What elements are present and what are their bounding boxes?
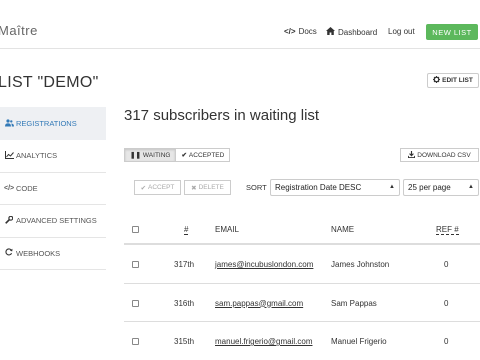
subscribers-heading: 317 subscribers in waiting list (124, 107, 320, 124)
chevron-down-icon: ▲ (468, 184, 474, 190)
code-icon: </> (4, 184, 15, 192)
sidebar-item-analytics[interactable]: ANALYTICS (0, 140, 106, 173)
ref-cell: 0 (444, 337, 449, 346)
list-filter-toggle: ❚❚ WAITING ✔ ACCEPTED (124, 148, 231, 162)
gear-icon (433, 76, 441, 85)
tab-accepted-label: ACCEPTED (188, 151, 225, 159)
edit-list-label: EDIT LIST (442, 77, 473, 84)
ref-column-header[interactable]: REF # (436, 225, 459, 235)
table-row: 317th james@incubuslondon.com James John… (124, 245, 480, 284)
sort-select-value: Registration Date DESC (275, 183, 362, 192)
name-cell: James Johnston (331, 260, 390, 269)
tab-waiting[interactable]: ❚❚ WAITING (124, 148, 177, 162)
docs-link[interactable]: </> Docs (284, 27, 317, 36)
check-icon: ✔ (181, 152, 187, 159)
position-cell: 316th (174, 298, 195, 308)
name-cell: Sam Pappas (331, 298, 377, 308)
new-list-button[interactable]: NEW LIST (426, 24, 478, 40)
edit-list-button[interactable]: EDIT LIST (427, 73, 479, 88)
sort-select[interactable]: Registration Date DESC ▲ (270, 179, 400, 196)
sidebar-item-label: CODE (16, 183, 38, 193)
tab-waiting-label: WAITING (142, 151, 171, 159)
download-csv-button[interactable]: DOWNLOAD CSV (400, 148, 479, 162)
dashboard-link[interactable]: Dashboard (326, 27, 377, 37)
close-icon: ✖ (191, 184, 197, 192)
select-all-checkbox[interactable] (132, 226, 139, 233)
delete-label: DELETE (198, 184, 224, 191)
sidebar-item-label: ANALYTICS (16, 151, 58, 161)
accept-button[interactable]: ✔ ACCEPT (134, 180, 181, 195)
email-link[interactable]: james@incubuslondon.com (215, 260, 313, 269)
position-cell: 317th (174, 260, 195, 269)
top-navbar: Maître </> Docs Dashboard Log out NEW LI… (0, 0, 480, 49)
page-title: LIST "DEMO" (0, 74, 99, 91)
users-icon (4, 118, 14, 129)
sidebar-item-code[interactable]: </> CODE (0, 173, 106, 205)
position-cell: 315th (174, 337, 195, 346)
logout-label: Log out (388, 27, 415, 36)
tab-accepted[interactable]: ✔ ACCEPTED (176, 148, 231, 162)
sidebar-item-webhooks[interactable]: WEBHOOKS (0, 238, 106, 270)
logout-link[interactable]: Log out (388, 27, 415, 36)
refresh-icon (4, 248, 14, 258)
sort-label: SORT (246, 183, 267, 192)
table-row: 315th manuel.frigerio@gmail.com Manuel F… (124, 322, 480, 360)
sidebar-item-label: REGISTRATIONS (16, 119, 77, 128)
brand-logo[interactable]: Maître (0, 23, 38, 38)
subscribers-table: # EMAIL NAME REF # 317th james@incubuslo… (124, 218, 480, 360)
code-icon: </> (284, 27, 296, 36)
sidebar: REGISTRATIONS ANALYTICS </> CODE ADVANCE… (0, 107, 106, 270)
sidebar-item-advanced-settings[interactable]: ADVANCED SETTINGS (0, 205, 106, 238)
row-checkbox[interactable] (132, 299, 139, 307)
accept-label: ACCEPT (148, 184, 175, 191)
dashboard-label: Dashboard (338, 27, 378, 37)
ref-cell: 0 (444, 298, 449, 308)
table-header: # EMAIL NAME REF # (124, 218, 480, 245)
row-checkbox[interactable] (132, 338, 139, 345)
per-page-select[interactable]: 25 per page ▲ (403, 179, 479, 196)
row-checkbox[interactable] (132, 261, 139, 268)
email-link[interactable]: sam.pappas@gmail.com (215, 299, 303, 308)
chart-icon (4, 150, 14, 161)
per-page-value: 25 per page (408, 183, 451, 192)
download-csv-label: DOWNLOAD CSV (417, 151, 471, 159)
pause-icon: ❚❚ (130, 152, 141, 159)
name-column-header: NAME (331, 225, 355, 234)
check-icon: ✔ (140, 184, 147, 192)
sidebar-item-label: WEBHOOKS (16, 248, 61, 258)
docs-label: Docs (298, 27, 317, 36)
table-row: 316th sam.pappas@gmail.com Sam Pappas 0 (124, 284, 480, 322)
sidebar-item-label: ADVANCED SETTINGS (16, 216, 97, 226)
name-cell: Manuel Frigerio (331, 337, 387, 346)
home-icon (326, 27, 335, 37)
chevron-down-icon: ▲ (389, 184, 395, 190)
download-icon (408, 150, 416, 160)
email-column-header: EMAIL (215, 225, 240, 234)
wrench-icon (4, 215, 14, 226)
sidebar-item-registrations[interactable]: REGISTRATIONS (0, 107, 106, 140)
position-column-header[interactable]: # (184, 225, 189, 235)
email-link[interactable]: manuel.frigerio@gmail.com (215, 337, 313, 346)
delete-button[interactable]: ✖ DELETE (184, 180, 231, 195)
ref-cell: 0 (444, 260, 449, 269)
